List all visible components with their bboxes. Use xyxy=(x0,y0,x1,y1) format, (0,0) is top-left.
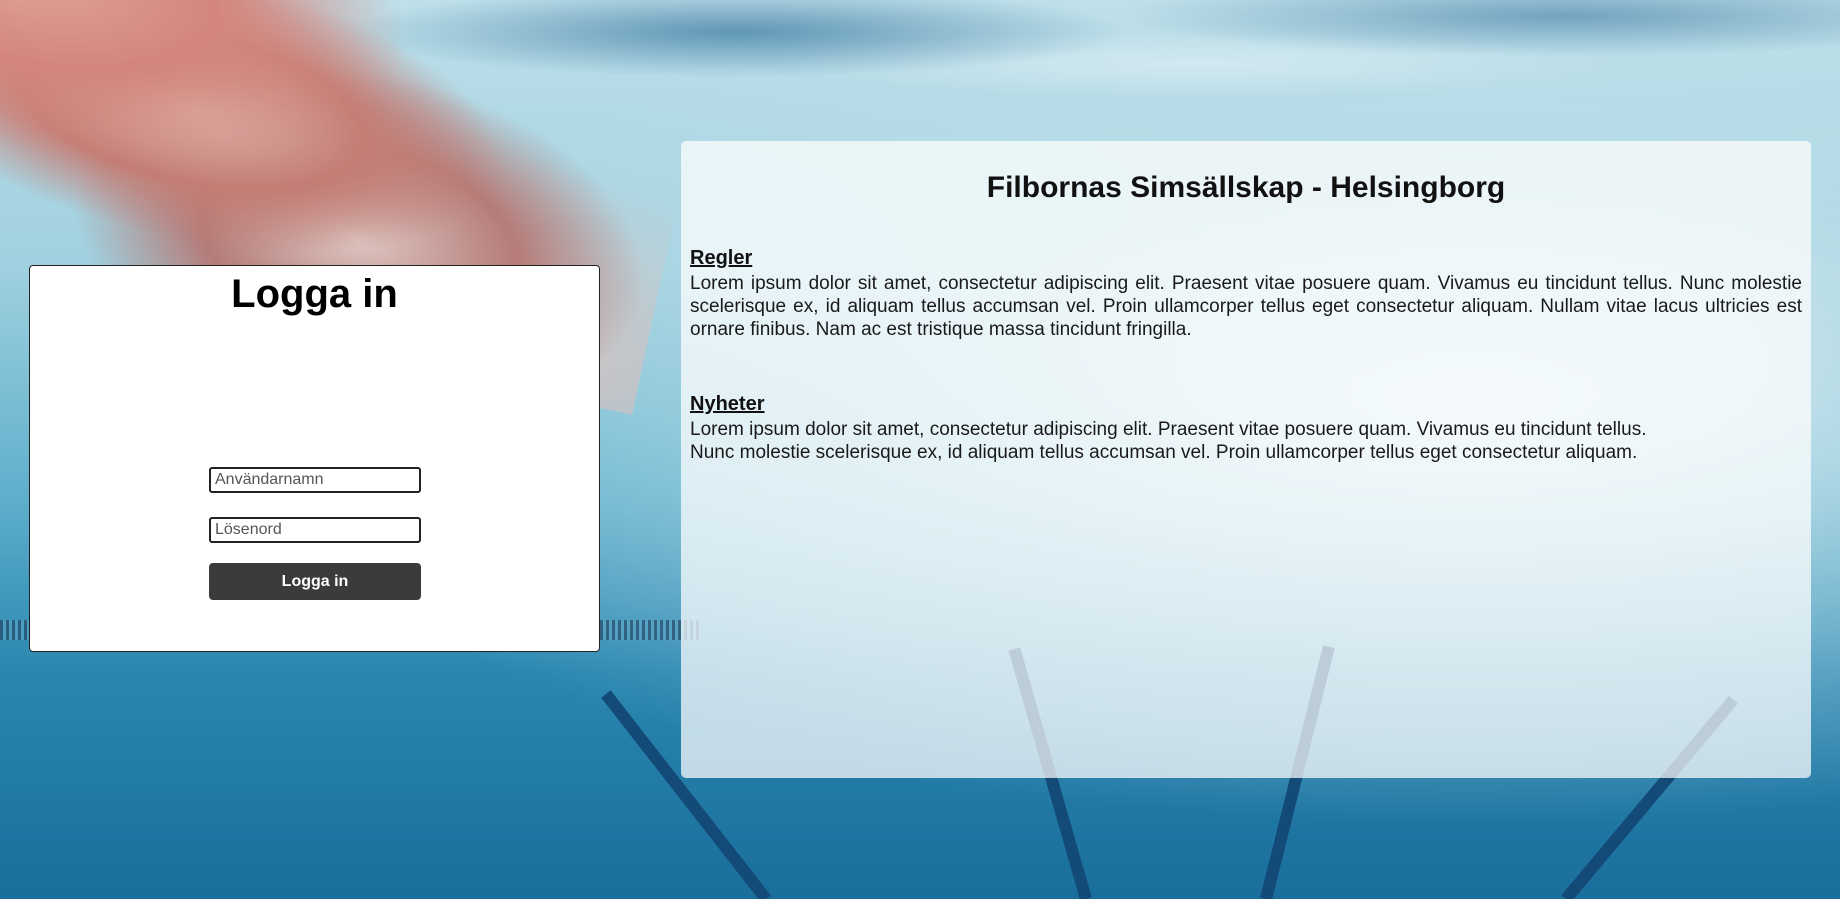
news-text: Lorem ipsum dolor sit amet, consectetur … xyxy=(690,418,1802,464)
login-box: Logga in Logga in xyxy=(29,265,600,652)
info-panel: Filbornas Simsällskap - Helsingborg Regl… xyxy=(681,141,1811,778)
login-button[interactable]: Logga in xyxy=(209,563,421,600)
news-text-line: Nunc molestie scelerisque ex, id aliquam… xyxy=(690,442,1638,463)
news-heading: Nyheter xyxy=(690,393,765,415)
password-input[interactable] xyxy=(209,517,421,543)
username-input[interactable] xyxy=(209,467,421,493)
rules-text: Lorem ipsum dolor sit amet, consectetur … xyxy=(690,273,1802,340)
login-title: Logga in xyxy=(231,272,398,316)
rules-heading: Regler xyxy=(690,247,753,269)
rules-section: Regler Lorem ipsum dolor sit amet, conse… xyxy=(690,247,1802,341)
news-section: Nyheter Lorem ipsum dolor sit amet, cons… xyxy=(690,393,1802,464)
news-text-line: Lorem ipsum dolor sit amet, consectetur … xyxy=(690,419,1647,440)
club-title: Filbornas Simsällskap - Helsingborg xyxy=(986,171,1506,204)
